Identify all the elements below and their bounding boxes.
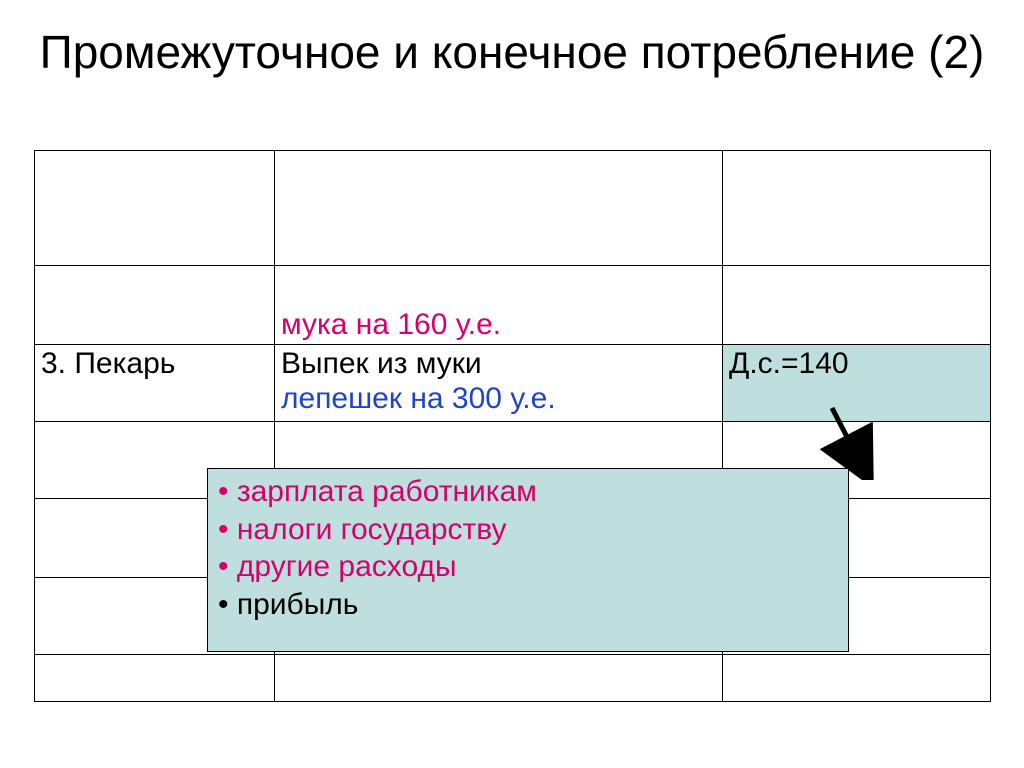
slide-title: Промежуточное и конечное потребление (2) <box>0 0 1024 79</box>
cell-r2c3 <box>723 266 991 345</box>
table-row: мука на 160 у.е. <box>35 266 991 345</box>
muka-text: мука на 160 у.е. <box>281 308 501 341</box>
cell-r1c1 <box>35 151 275 266</box>
list-item: налоги государству <box>218 511 838 549</box>
cell-r1c2 <box>275 151 723 266</box>
cell-r1c3 <box>723 151 991 266</box>
list-item: другие расходы <box>218 548 838 586</box>
cell-r3c3-ds: Д.с.=140 <box>723 345 991 422</box>
cell-r7c3 <box>723 655 991 702</box>
slide: Промежуточное и конечное потребление (2)… <box>0 0 1024 768</box>
table-row <box>35 151 991 266</box>
baked-from-label: Выпек из муки <box>281 347 482 380</box>
lepeshek-label: лепешек на 300 у.е. <box>281 382 556 415</box>
cell-r3c1: 3. Пекарь <box>35 345 275 422</box>
list-item: зарплата работникам <box>218 473 838 511</box>
pekar-label: 3. Пекарь <box>41 347 175 380</box>
list-item: прибыль <box>218 586 838 624</box>
cell-r3c2: Выпек из муки лепешек на 300 у.е. <box>275 345 723 422</box>
cell-r7c2 <box>275 655 723 702</box>
callout-list: зарплата работникам налоги государству д… <box>218 473 838 623</box>
callout-box: зарплата работникам налоги государству д… <box>207 468 849 652</box>
ds-value: Д.с.=140 <box>729 347 849 380</box>
cell-r2c1 <box>35 266 275 345</box>
cell-r7c1 <box>35 655 275 702</box>
cell-r2c2: мука на 160 у.е. <box>275 266 723 345</box>
table-row <box>35 655 991 702</box>
table-row: 3. Пекарь Выпек из муки лепешек на 300 у… <box>35 345 991 422</box>
